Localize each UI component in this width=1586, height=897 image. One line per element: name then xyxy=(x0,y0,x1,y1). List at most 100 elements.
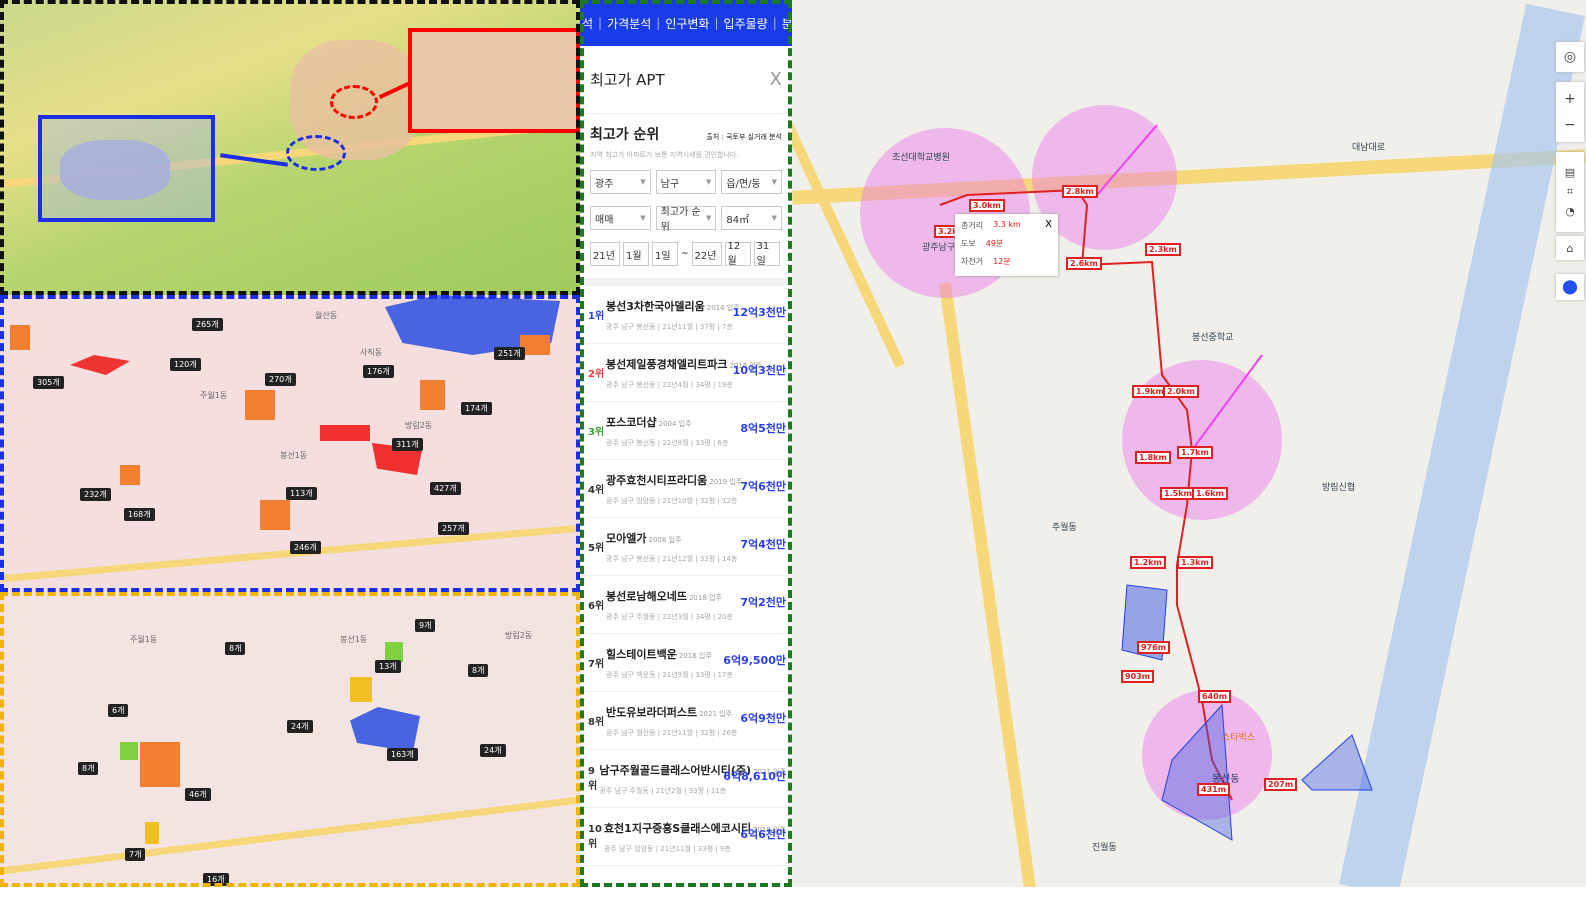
count-label[interactable]: 24개 xyxy=(287,720,313,733)
tab-population-change[interactable]: 인구변화 xyxy=(665,15,709,32)
city-select[interactable]: 광주 ▼ xyxy=(590,170,651,194)
popup-close-icon[interactable]: X xyxy=(1045,219,1052,230)
count-label[interactable]: 168개 xyxy=(124,508,155,521)
count-label[interactable]: 311개 xyxy=(392,438,423,451)
distance-label: 1.5km xyxy=(1160,487,1196,500)
count-label[interactable]: 16개 xyxy=(203,873,229,886)
count-label[interactable]: 24개 xyxy=(480,744,506,757)
regional-overview-map[interactable] xyxy=(0,0,580,295)
select-value: 매매 xyxy=(595,214,614,226)
bike-time: 12분 xyxy=(993,257,1011,266)
count-label[interactable]: 176개 xyxy=(363,365,394,378)
region-yellow xyxy=(145,822,159,844)
count-label[interactable]: 7개 xyxy=(125,848,146,861)
start-year-select[interactable]: 21년 xyxy=(590,242,620,266)
count-label[interactable]: 232개 xyxy=(80,488,111,501)
ranking-item[interactable]: 6위 봉선로남해오네뜨 2018 입주 광주 남구 주월동 | 22년3월 | 3… xyxy=(580,576,792,634)
rank-number: 8위 xyxy=(588,717,605,728)
tab-analysis[interactable]: 석 xyxy=(582,15,593,32)
analysis-tabs: 석| 가격분석| 인구변화| 입주물량| 분양 더보 xyxy=(580,0,792,46)
ranking-item[interactable]: 8위 반도유보라더퍼스트 2021 입주 광주 남구 월산동 | 21년11월 |… xyxy=(580,692,792,750)
area-label: 월산동 xyxy=(315,311,338,320)
locate-icon[interactable]: ◎ xyxy=(1556,42,1584,72)
end-year-select[interactable]: 22년 xyxy=(691,242,722,266)
area-icon[interactable]: ⌂ xyxy=(1556,236,1584,260)
trade-details: 광주 남구 임암동 | 21년10월 | 32평 | 12층 xyxy=(606,496,738,505)
apartment-count-map-detail[interactable]: 8개 9개 13개 8개 6개 24개 163개 24개 8개 46개 7개 1… xyxy=(0,592,580,887)
trade-details: 광주 남구 주월동 | 22년3월 | 34평 | 20층 xyxy=(606,612,733,621)
size-select[interactable]: 84㎡ ▼ xyxy=(721,206,783,230)
ranking-item[interactable]: 2위 봉선제일풍경채엘리트파크 2016 입주 광주 남구 봉선동 | 22년4월… xyxy=(580,344,792,402)
count-label[interactable]: 120개 xyxy=(170,358,201,371)
count-label[interactable]: 251개 xyxy=(494,347,525,360)
ranking-item[interactable]: 7위 힐스테이트백운 2016 입주 광주 남구 백운동 | 21년9월 | 33… xyxy=(580,634,792,692)
region-orange xyxy=(260,500,290,530)
layers-icon[interactable]: ▤ xyxy=(1565,166,1575,179)
count-label[interactable]: 174개 xyxy=(461,402,492,415)
total-distance-label: 총거리 xyxy=(961,221,984,230)
region-red xyxy=(70,355,130,375)
walk-label: 도보 xyxy=(961,239,976,248)
count-label[interactable]: 163개 xyxy=(387,748,418,761)
count-label[interactable]: 265개 xyxy=(192,318,223,331)
region-orange xyxy=(420,380,445,410)
count-label[interactable]: 427개 xyxy=(430,482,461,495)
count-label[interactable]: 113개 xyxy=(286,487,317,500)
end-day-select[interactable]: 31일 xyxy=(753,241,780,267)
count-label[interactable]: 8개 xyxy=(225,642,246,655)
ranking-item[interactable]: 5위 모아엘가 2008 입주 광주 남구 봉선동 | 21년12월 | 33평 … xyxy=(580,518,792,576)
pin-icon[interactable]: ⬤ xyxy=(1556,274,1584,300)
zoom-out-button[interactable]: − xyxy=(1564,117,1576,133)
ranking-item[interactable]: 10위 효천1지구중흥S클래스에코시티 2019 입주 광주 남구 임암동 | 2… xyxy=(580,808,792,866)
distance-label: 1.7km xyxy=(1177,446,1213,459)
zoom-in-button[interactable]: + xyxy=(1564,91,1576,107)
select-value: 31일 xyxy=(756,241,770,267)
trade-type-select[interactable]: 매매 ▼ xyxy=(590,206,651,230)
tab-price-analysis[interactable]: 가격분석 xyxy=(607,15,651,32)
count-label[interactable]: 6개 xyxy=(108,704,129,717)
total-distance: 3.3 km xyxy=(993,220,1021,229)
end-month-select[interactable]: 12월 xyxy=(724,241,751,267)
ranking-item[interactable]: 9위 남구주월골드클래스어반시티(주) 2021 입주 광주 남구 주월동 | 2… xyxy=(580,750,792,808)
count-label[interactable]: 246개 xyxy=(290,541,321,554)
area-label: 봉선1동 xyxy=(340,635,368,644)
count-label[interactable]: 270개 xyxy=(265,373,296,386)
item-body: 봉선3차한국아델리움 2014 입주 광주 남구 봉선동 | 21년11월 | 3… xyxy=(606,298,740,332)
start-day-select[interactable]: 1일 xyxy=(652,242,678,266)
distance-icon[interactable]: ⌗ xyxy=(1567,185,1573,199)
move-in-year: 2004 입주 xyxy=(658,419,692,428)
tab-presale[interactable]: 분양 xyxy=(782,15,792,32)
route-distance-map[interactable]: 3.2km 3.0km 2.8km 2.6km 2.3km 1.9km 2.0k… xyxy=(792,0,1586,887)
count-label[interactable]: 13개 xyxy=(375,660,401,673)
district-select[interactable]: 남구 ▼ xyxy=(655,170,717,194)
tab-move-in-supply[interactable]: 입주물량 xyxy=(724,15,768,32)
count-label[interactable]: 9개 xyxy=(415,619,436,632)
count-label[interactable]: 8개 xyxy=(78,762,99,775)
apartment-count-map[interactable]: 265개 251개 305개 120개 270개 176개 174개 311개 … xyxy=(0,295,580,592)
apartment-name: 봉선3차한국아델리움 xyxy=(606,299,705,313)
select-value: 22년 xyxy=(694,250,717,262)
apartment-name: 봉선로남해오네뜨 xyxy=(606,589,687,603)
ranking-item[interactable]: 4위 광주효천시티프라디움 2019 입주 광주 남구 임암동 | 21년10월 … xyxy=(580,460,792,518)
ranking-item[interactable]: 1위 봉선3차한국아델리움 2014 입주 광주 남구 봉선동 | 21년11월 … xyxy=(580,286,792,344)
radius-line xyxy=(1096,124,1158,196)
select-value: 84㎡ xyxy=(726,214,750,226)
start-month-select[interactable]: 1월 xyxy=(623,242,649,266)
place-label: 방림신협 xyxy=(1322,483,1356,493)
close-icon[interactable]: X xyxy=(770,69,782,90)
bike-label: 자전거 xyxy=(961,257,984,266)
dong-select[interactable]: 읍/면/동 ▼ xyxy=(721,170,783,194)
ranking-item[interactable]: 3위 포스코더샵 2004 입주 광주 남구 봉선동 | 22년8월 | 33평 … xyxy=(580,402,792,460)
rank-number: 4위 xyxy=(588,485,605,496)
count-label[interactable]: 305개 xyxy=(33,376,64,389)
distance-label: 1.8km xyxy=(1135,451,1171,464)
count-label[interactable]: 46개 xyxy=(185,788,211,801)
highlight-ellipse-red xyxy=(330,85,378,119)
count-label[interactable]: 257개 xyxy=(438,522,469,535)
sort-select[interactable]: 최고가 순위 ▼ xyxy=(655,206,717,233)
compass-icon[interactable]: ◔ xyxy=(1565,205,1575,218)
price: 12억3천만 xyxy=(732,306,786,319)
region-green xyxy=(120,742,138,760)
count-label[interactable]: 8개 xyxy=(468,664,489,677)
select-value: 12월 xyxy=(727,241,741,267)
